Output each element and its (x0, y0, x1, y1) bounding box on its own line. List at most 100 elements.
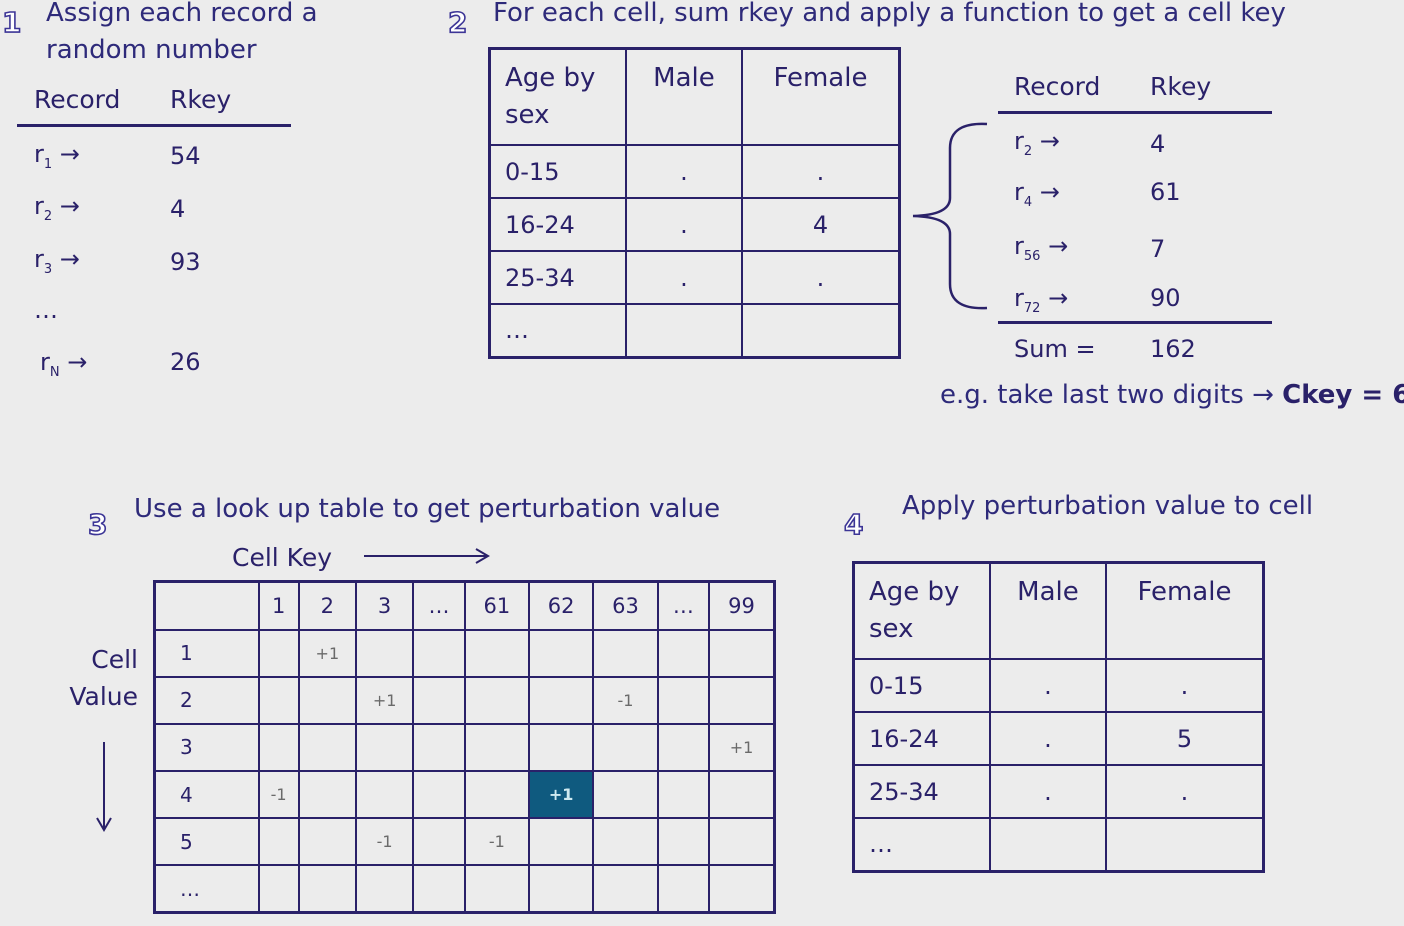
record-label: r2 → (1014, 127, 1060, 159)
rkey-value: 4 (170, 195, 186, 223)
row-label: … (852, 817, 991, 872)
lookup-cell (708, 817, 776, 867)
lookup-col-header: … (412, 580, 466, 631)
cell-male: . (989, 711, 1107, 766)
lookup-cell (412, 628, 466, 678)
lookup-cell (412, 817, 466, 867)
lookup-row-header: 2 (153, 675, 260, 725)
lookup-col-header: 62 (527, 580, 595, 631)
step-2-header-rule (998, 111, 1272, 114)
lookup-cell (257, 628, 300, 678)
cell-male: . (625, 144, 743, 199)
lookup-cell (297, 675, 357, 725)
lookup-col-header (153, 580, 260, 631)
table-row: … (488, 303, 901, 358)
lookup-cell (257, 675, 300, 725)
table-row: 25-34 . . (852, 764, 1265, 819)
lookup-cell (527, 722, 595, 773)
step-4-perturbed-table: Age by sex Male Female 0-15 . . 16-24 . 5… (852, 561, 1265, 873)
down-arrow-icon (96, 742, 112, 832)
lookup-row-header: 4 (153, 770, 260, 820)
step-4-number: 4 (843, 507, 864, 540)
rkey-value: 61 (1150, 178, 1181, 206)
lookup-cell (297, 770, 357, 820)
lookup-cell (463, 628, 531, 678)
lookup-cell (708, 770, 776, 820)
lookup-cell: +1 (708, 722, 776, 773)
lookup-cell (656, 675, 711, 725)
ellipsis: … (34, 296, 58, 324)
sum-value: 162 (1150, 335, 1196, 363)
lookup-cell (463, 770, 531, 820)
svg-text:4: 4 (844, 508, 863, 540)
rkey-value: 26 (170, 348, 201, 376)
lookup-cell: -1 (592, 675, 659, 725)
lookup-cell: +1 (297, 628, 357, 678)
lookup-cell (412, 864, 466, 914)
lookup-cell (592, 628, 659, 678)
lookup-cell (463, 675, 531, 725)
lookup-cell (297, 817, 357, 867)
curly-brace-icon (912, 122, 988, 310)
sum-label: Sum = (1014, 335, 1096, 363)
lookup-cell (463, 864, 531, 914)
svg-text:3: 3 (88, 508, 107, 540)
step-3-title: Use a look up table to get perturbation … (134, 494, 721, 524)
lookup-row: 3 +1 (153, 722, 776, 773)
lookup-cell (354, 722, 415, 773)
table-row: 16-24 . 5 (852, 711, 1265, 766)
record-label: r56 → (1014, 232, 1069, 264)
lookup-col-header: 61 (463, 580, 531, 631)
lookup-row-header: 3 (153, 722, 260, 773)
step-1-col-record: Record (34, 85, 121, 114)
cell-male: . (625, 250, 743, 305)
record-label: r4 → (1014, 178, 1060, 210)
lookup-col-header: 63 (592, 580, 659, 631)
step-2-col-rkey: Rkey (1150, 72, 1212, 101)
cell-female: 5 (1104, 711, 1265, 766)
lookup-row-header: 5 (153, 817, 260, 867)
step-1-number: 1 (1, 5, 22, 38)
cell-key-result: Ckey = 62 (1282, 380, 1404, 410)
lookup-cell (708, 628, 776, 678)
lookup-cell (656, 628, 711, 678)
table-row: … (852, 817, 1265, 872)
lookup-cell (354, 864, 415, 914)
table-row: 0-15 . . (488, 144, 901, 199)
step-2-count-table: Age by sex Male Female 0-15 . . 16-24 . 4… (488, 47, 901, 359)
step-2-number: 2 (447, 5, 468, 38)
lookup-col-header: … (656, 580, 711, 631)
step-3-number: 3 (87, 507, 108, 540)
cell-female: . (1104, 658, 1265, 713)
record-label: rN → (40, 348, 88, 380)
lookup-cell (527, 675, 595, 725)
lookup-cell (257, 722, 300, 773)
lookup-col-header: 99 (708, 580, 776, 631)
rkey-value: 54 (170, 142, 201, 170)
lookup-cell (708, 675, 776, 725)
lookup-cell (463, 722, 531, 773)
lookup-cell (656, 817, 711, 867)
step-2-sum-rule (998, 321, 1272, 324)
lookup-cell (354, 770, 415, 820)
rkey-value: 90 (1150, 284, 1181, 312)
cell-female (1104, 817, 1265, 872)
lookup-cell (656, 722, 711, 773)
col-female: Female (740, 47, 901, 146)
row-label: 16-24 (852, 711, 991, 766)
table-row: 25-34 . . (488, 250, 901, 305)
step-2-title: For each cell, sum rkey and apply a func… (493, 0, 1286, 28)
table-row: 16-24 . 4 (488, 197, 901, 252)
table-header-age-by-sex: Age by sex (488, 47, 627, 146)
lookup-cell (708, 864, 776, 914)
col-male: Male (989, 561, 1107, 660)
lookup-cell: -1 (354, 817, 415, 867)
lookup-col-header: 2 (297, 580, 357, 631)
lookup-cell (656, 864, 711, 914)
lookup-row: 5 -1 -1 (153, 817, 776, 867)
record-label: r1 → (34, 140, 80, 172)
col-female: Female (1104, 561, 1265, 660)
cell-female: . (1104, 764, 1265, 819)
lookup-row: 4 -1 +1 (153, 770, 776, 820)
rkey-value: 4 (1150, 130, 1166, 158)
